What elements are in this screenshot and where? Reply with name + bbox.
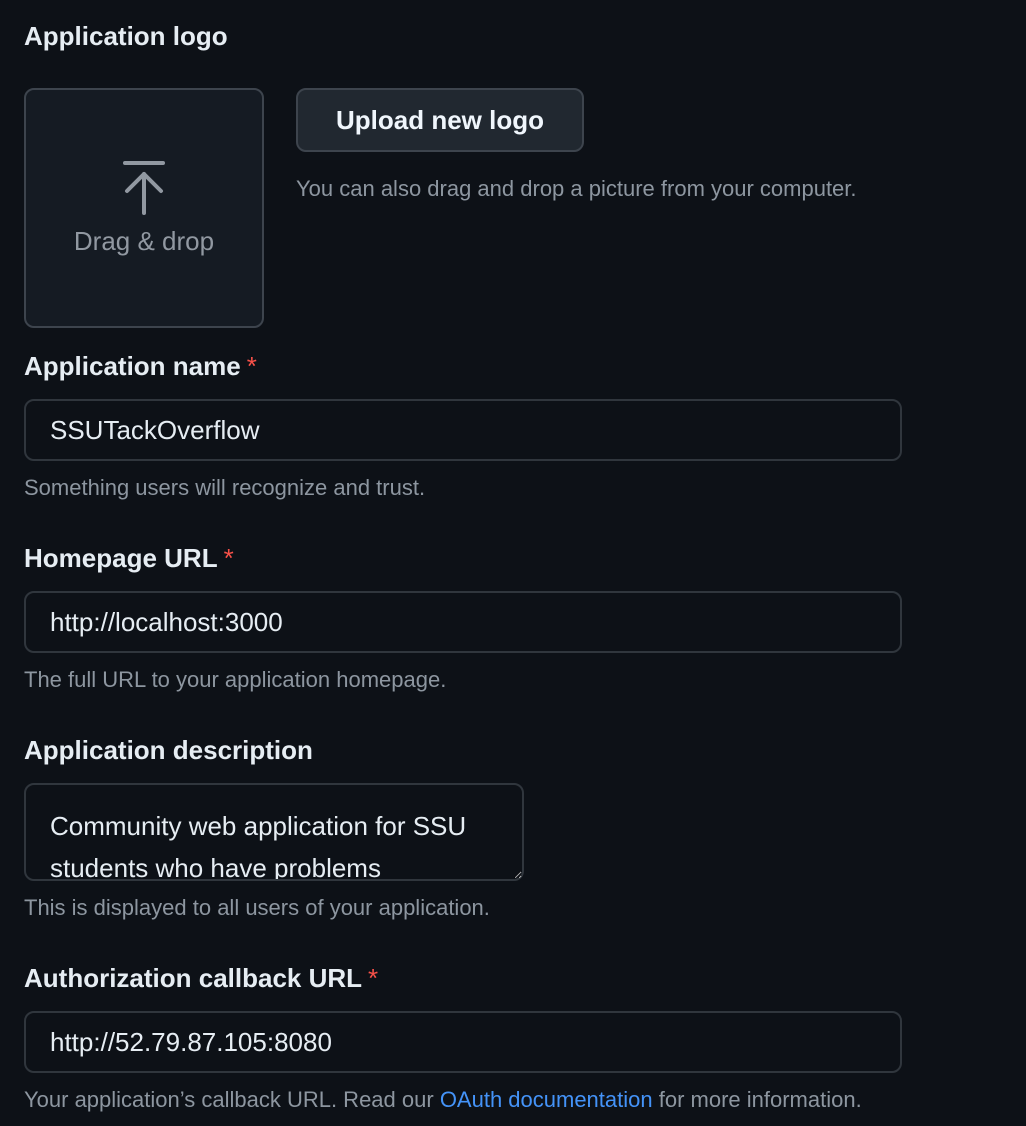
name-label: Application name *: [24, 351, 257, 381]
application-name-input[interactable]: [24, 399, 902, 461]
application-description-textarea[interactable]: Community web application for SSU studen…: [24, 783, 524, 881]
required-marker: *: [246, 351, 257, 381]
callback-hint: Your application’s callback URL. Read ou…: [24, 1087, 862, 1112]
description-label: Application description: [24, 735, 313, 765]
callback-url-input[interactable]: [24, 1011, 902, 1073]
description-hint: This is displayed to all users of your a…: [24, 895, 490, 920]
required-marker: *: [223, 543, 234, 573]
logo-dropzone[interactable]: Drag & drop: [24, 88, 264, 328]
logo-label: Application logo: [24, 21, 228, 51]
homepage-label: Homepage URL *: [24, 543, 234, 573]
upload-arrow-icon: [123, 160, 165, 215]
callback-label: Authorization callback URL *: [24, 963, 379, 993]
dropzone-text: Drag & drop: [73, 225, 215, 256]
name-hint: Something users will recognize and trust…: [24, 475, 426, 500]
upload-logo-button[interactable]: Upload new logo: [296, 88, 584, 152]
logo-hint: You can also drag and drop a picture fro…: [296, 176, 857, 201]
homepage-url-input[interactable]: [24, 591, 902, 653]
required-marker: *: [368, 963, 379, 993]
oauth-documentation-link[interactable]: OAuth documentation: [440, 1087, 653, 1112]
homepage-hint: The full URL to your application homepag…: [24, 667, 447, 692]
